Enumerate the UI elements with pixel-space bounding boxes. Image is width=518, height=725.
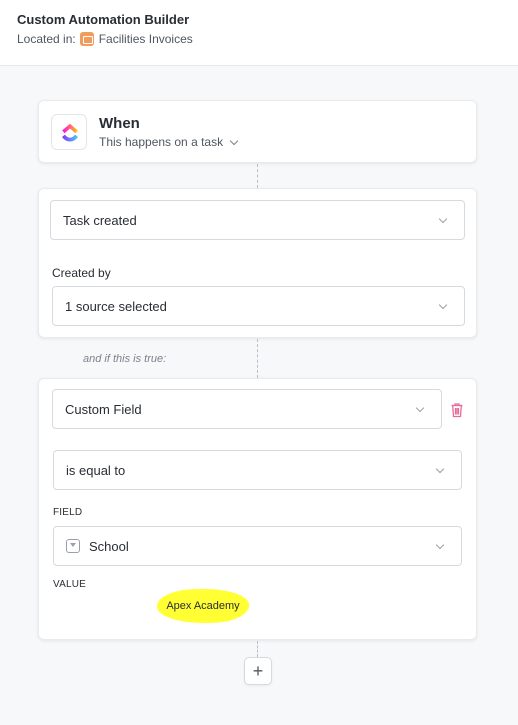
chevron-down-icon [438, 300, 448, 310]
field-select[interactable]: School [53, 526, 462, 566]
page-title: Custom Automation Builder [17, 12, 190, 27]
trigger-select[interactable]: Task created [50, 200, 465, 240]
location-name[interactable]: Facilities Invoices [99, 32, 193, 46]
clickup-logo-icon [51, 114, 87, 150]
location-breadcrumb: Located in: Facilities Invoices [17, 32, 193, 46]
field-value: School [89, 538, 129, 554]
created-by-label: Created by [52, 266, 111, 280]
list-icon [79, 32, 94, 46]
value-text: Apex Academy [166, 600, 240, 612]
trigger-scope-label: This happens on a task [99, 135, 224, 149]
dropdown-field-icon [66, 539, 80, 553]
operator-select[interactable]: is equal to [53, 450, 462, 490]
header: Custom Automation Builder Located in: Fa… [0, 0, 518, 66]
connector-line [257, 641, 258, 657]
condition-type-select[interactable]: Custom Field [52, 389, 442, 429]
condition-type-value: Custom Field [65, 401, 142, 417]
chevron-down-icon [435, 464, 445, 474]
chevron-down-icon [229, 136, 239, 145]
chevron-down-icon [435, 540, 445, 550]
when-card: When This happens on a task [38, 100, 477, 163]
chevron-down-icon [415, 403, 425, 413]
value-label: VALUE [53, 579, 87, 590]
trigger-scope-dropdown[interactable]: This happens on a task [99, 135, 239, 149]
trash-icon[interactable] [449, 402, 465, 418]
field-label: FIELD [53, 507, 83, 518]
add-step-button[interactable]: + [244, 657, 272, 685]
value-highlighted[interactable]: Apex Academy [157, 589, 249, 623]
operator-value: is equal to [66, 462, 126, 478]
created-by-select[interactable]: 1 source selected [52, 286, 465, 326]
connector-line [257, 339, 258, 378]
condition-caption: and if this is true: [83, 353, 167, 365]
located-prefix: Located in: [17, 32, 76, 46]
connector-line [257, 164, 258, 188]
chevron-down-icon [438, 214, 448, 224]
created-by-value: 1 source selected [65, 298, 167, 314]
trigger-select-value: Task created [63, 212, 137, 228]
when-title: When [99, 115, 140, 132]
